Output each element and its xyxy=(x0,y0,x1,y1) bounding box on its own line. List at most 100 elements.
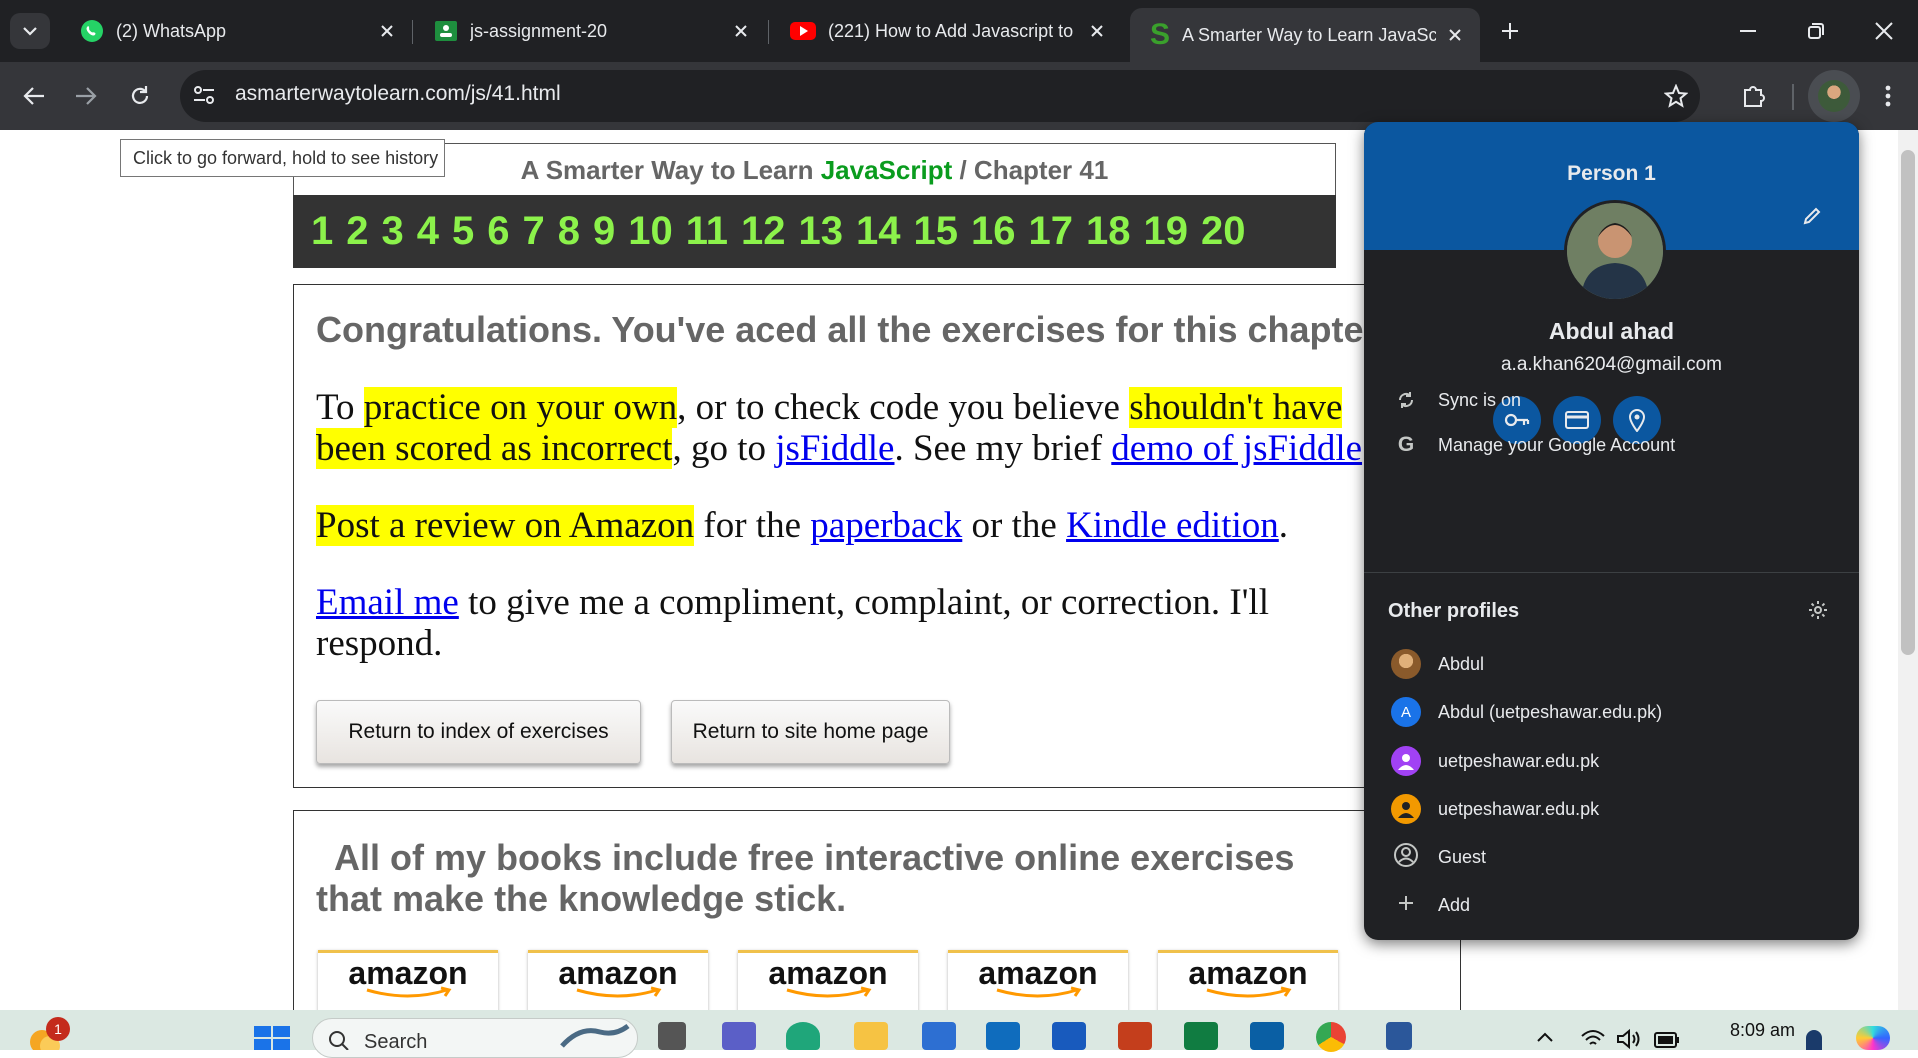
profile-item-uet-orange[interactable]: uetpeshawar.edu.pk xyxy=(1364,786,1859,832)
menu-button[interactable] xyxy=(1866,74,1910,118)
task-view-icon[interactable] xyxy=(658,1022,686,1050)
chapter-link[interactable]: 9 xyxy=(593,209,615,254)
p1-text: . See my brief xyxy=(894,428,1112,469)
manage-google-account-row[interactable]: G Manage your Google Account xyxy=(1364,422,1859,468)
chapter-link[interactable]: 4 xyxy=(417,209,439,254)
profile-item-uet-purple[interactable]: uetpeshawar.edu.pk xyxy=(1364,738,1859,784)
classroom-icon xyxy=(435,21,457,41)
amazon-book-link[interactable]: amazon xyxy=(528,950,708,1013)
tab-smarter-way-active[interactable]: S A Smarter Way to Learn JavaScr xyxy=(1130,8,1480,62)
excel-icon[interactable] xyxy=(1184,1022,1218,1050)
close-icon[interactable] xyxy=(1444,24,1466,46)
chrome-icon[interactable] xyxy=(1316,1022,1346,1052)
amazon-book-link[interactable]: amazon xyxy=(318,950,498,1013)
file-explorer-icon[interactable] xyxy=(854,1022,888,1050)
chapter-link[interactable]: 20 xyxy=(1201,209,1246,254)
chapter-link[interactable]: 11 xyxy=(686,209,728,254)
chapter-link[interactable]: 3 xyxy=(382,209,404,254)
jsfiddle-link[interactable]: jsFiddle xyxy=(775,428,894,469)
scrollbar-thumb[interactable] xyxy=(1901,150,1915,655)
chevron-down-icon xyxy=(23,27,37,36)
chapter-link[interactable]: 15 xyxy=(914,209,959,254)
chapter-link[interactable]: 5 xyxy=(452,209,474,254)
forward-button[interactable] xyxy=(64,74,108,118)
person-icon[interactable] xyxy=(1806,1030,1822,1050)
minimize-button[interactable] xyxy=(1718,10,1778,52)
p3-text: to give me a compliment, complaint, or c… xyxy=(316,582,1269,664)
teams-icon[interactable] xyxy=(722,1022,756,1050)
site-title-js: JavaScript xyxy=(820,155,953,185)
store-icon[interactable] xyxy=(922,1022,956,1050)
kindle-link[interactable]: Kindle edition xyxy=(1066,505,1279,546)
clock-time[interactable]: 8:09 am xyxy=(1730,1020,1795,1041)
amazon-book-link[interactable]: amazon xyxy=(948,950,1128,1013)
extensions-button[interactable] xyxy=(1732,74,1776,118)
chapter-link[interactable]: 10 xyxy=(628,209,673,254)
chapter-link[interactable]: 6 xyxy=(487,209,509,254)
tab-separator xyxy=(768,20,769,44)
pencil-icon xyxy=(1803,207,1821,225)
close-window-button[interactable] xyxy=(1854,10,1914,52)
profile-avatar[interactable] xyxy=(1564,200,1666,302)
other-profiles-title: Other profiles xyxy=(1388,600,1520,622)
restore-button[interactable] xyxy=(1786,10,1846,52)
chapter-link[interactable]: 12 xyxy=(741,209,786,254)
close-icon[interactable] xyxy=(1086,20,1108,42)
close-icon xyxy=(1875,22,1893,40)
bookmark-star-button[interactable] xyxy=(1654,74,1698,118)
profile-button[interactable] xyxy=(1808,70,1860,122)
volume-icon[interactable] xyxy=(1616,1028,1642,1055)
return-index-button[interactable]: Return to index of exercises xyxy=(316,700,641,764)
copilot-icon[interactable] xyxy=(1856,1026,1890,1050)
profile-item-abdul-uet[interactable]: A Abdul (uetpeshawar.edu.pk) xyxy=(1364,689,1859,735)
return-home-button[interactable]: Return to site home page xyxy=(671,700,950,764)
word-icon[interactable] xyxy=(1052,1022,1086,1050)
profile-item-label: Abdul (uetpeshawar.edu.pk) xyxy=(1438,701,1663,722)
chevron-up-icon[interactable] xyxy=(1536,1030,1554,1048)
tab-youtube[interactable]: (221) How to Add Javascript to xyxy=(770,8,1122,54)
taskbar-search-placeholder: Search xyxy=(364,1031,428,1053)
tab-js-assignment[interactable]: js-assignment-20 xyxy=(414,8,766,54)
profile-item-abdul[interactable]: Abdul xyxy=(1364,641,1859,687)
paperback-link[interactable]: paperback xyxy=(810,505,962,546)
outlook-new-icon[interactable] xyxy=(1250,1022,1284,1050)
profile-item-guest[interactable]: Guest xyxy=(1364,834,1859,880)
demo-jsfiddle-link[interactable]: demo of jsFiddle xyxy=(1111,428,1362,469)
wifi-icon[interactable] xyxy=(1580,1028,1606,1055)
edit-profile-button[interactable] xyxy=(1802,206,1822,231)
powerpoint-icon[interactable] xyxy=(1118,1022,1152,1050)
chapter-link[interactable]: 7 xyxy=(523,209,545,254)
amazon-book-link[interactable]: amazon xyxy=(738,950,918,1013)
site-header: A Smarter Way to Learn JavaScript / Chap… xyxy=(293,143,1336,195)
search-highlight-icon xyxy=(560,1023,630,1053)
close-icon[interactable] xyxy=(376,20,398,42)
email-me-link[interactable]: Email me xyxy=(316,582,459,623)
new-tab-button[interactable] xyxy=(1480,10,1540,52)
chapter-link[interactable]: 13 xyxy=(799,209,844,254)
edge-icon[interactable] xyxy=(786,1022,820,1050)
add-profile-row[interactable]: Add xyxy=(1364,882,1859,928)
outlook-icon[interactable] xyxy=(986,1022,1020,1050)
manage-profiles-button[interactable] xyxy=(1808,600,1828,625)
sync-status-row[interactable]: Sync is on xyxy=(1364,377,1859,423)
start-button[interactable] xyxy=(254,1026,290,1055)
menu-divider xyxy=(1364,572,1859,573)
chapter-link[interactable]: 16 xyxy=(971,209,1016,254)
url-text[interactable]: asmarterwaytolearn.com/js/41.html xyxy=(235,82,561,106)
back-button[interactable] xyxy=(12,74,56,118)
chapter-link[interactable]: 8 xyxy=(558,209,580,254)
reload-button[interactable] xyxy=(118,74,162,118)
amazon-book-link[interactable]: amazon xyxy=(1158,950,1338,1013)
notepad-icon[interactable] xyxy=(1386,1022,1412,1050)
chapter-link[interactable]: 14 xyxy=(856,209,901,254)
chapter-link[interactable]: 1 xyxy=(311,209,333,254)
close-icon[interactable] xyxy=(730,20,752,42)
chapter-link[interactable]: 19 xyxy=(1144,209,1189,254)
tab-search-button[interactable] xyxy=(10,13,50,49)
chapter-link[interactable]: 18 xyxy=(1086,209,1131,254)
chapter-link[interactable]: 17 xyxy=(1029,209,1074,254)
site-info-icon[interactable] xyxy=(192,84,216,111)
chapter-link[interactable]: 2 xyxy=(346,209,368,254)
tab-whatsapp[interactable]: (2) WhatsApp xyxy=(60,8,412,54)
tab-separator xyxy=(412,20,413,44)
